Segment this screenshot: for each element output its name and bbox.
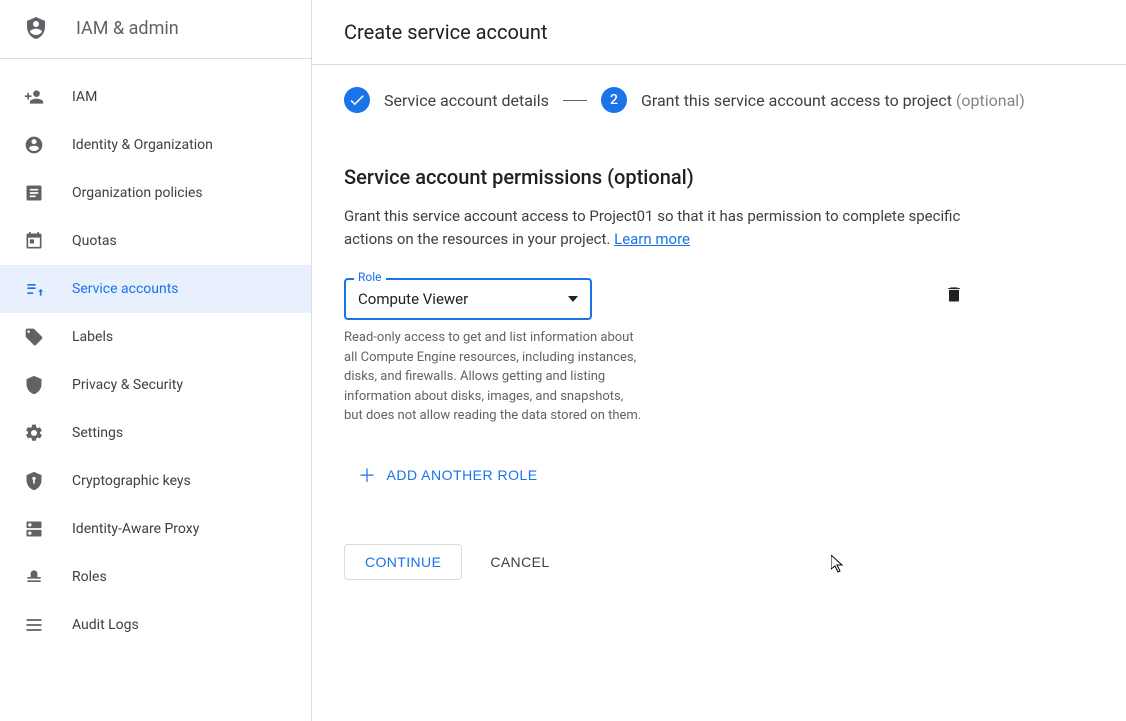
sidebar-item-identity-aware-proxy[interactable]: Identity-Aware Proxy: [0, 505, 311, 553]
article-icon: [24, 183, 44, 203]
action-row: CONTINUE CANCEL: [344, 544, 1094, 580]
sidebar-item-iam[interactable]: IAM: [0, 73, 311, 121]
service-account-icon: [24, 279, 44, 299]
sidebar-item-cryptographic-keys[interactable]: Cryptographic keys: [0, 457, 311, 505]
section-description: Grant this service account access to Pro…: [344, 205, 984, 250]
add-another-role-button[interactable]: ＋ ADD ANOTHER ROLE: [358, 462, 538, 488]
cancel-button[interactable]: CANCEL: [490, 554, 549, 570]
main-content: Create service account Service account d…: [312, 0, 1126, 721]
chevron-down-icon: [568, 296, 578, 302]
learn-more-link[interactable]: Learn more: [614, 230, 690, 248]
sidebar-item-label: IAM: [72, 89, 97, 105]
shield-person-icon: [24, 16, 48, 40]
sidebar-item-label: Audit Logs: [72, 617, 139, 633]
role-select[interactable]: Compute Viewer: [344, 278, 592, 320]
sidebar-item-label: Roles: [72, 569, 107, 585]
product-name: IAM & admin: [76, 18, 179, 39]
stepper: Service account details 2 Grant this ser…: [312, 65, 1126, 135]
step-2[interactable]: 2 Grant this service account access to p…: [601, 87, 1025, 113]
step-connector: [563, 100, 587, 101]
sidebar-nav: IAM Identity & Organization Organization…: [0, 59, 311, 649]
step-2-label: Grant this service account access to pro…: [641, 91, 1025, 110]
role-description: Read-only access to get and list informa…: [344, 328, 644, 426]
sidebar-item-label: Identity-Aware Proxy: [72, 521, 199, 537]
sidebar-item-organization-policies[interactable]: Organization policies: [0, 169, 311, 217]
desc-part-1: Grant this service account access to: [344, 207, 589, 225]
step-1[interactable]: Service account details: [344, 87, 549, 113]
sidebar-item-settings[interactable]: Settings: [0, 409, 311, 457]
role-row: Role Compute Viewer Read-only access to …: [344, 278, 1094, 426]
person-circle-icon: [24, 135, 44, 155]
add-person-icon: [24, 87, 44, 107]
sidebar-item-service-accounts[interactable]: Service accounts: [0, 265, 311, 313]
sidebar-item-identity-organization[interactable]: Identity & Organization: [0, 121, 311, 169]
role-field-label: Role: [354, 270, 386, 284]
step-2-optional: (optional): [956, 91, 1025, 110]
sidebar: IAM & admin IAM Identity & Organization …: [0, 0, 312, 721]
shield-icon: [24, 375, 44, 395]
sidebar-item-privacy-security[interactable]: Privacy & Security: [0, 361, 311, 409]
hat-icon: [24, 567, 44, 587]
continue-button[interactable]: CONTINUE: [344, 544, 462, 580]
sidebar-item-quotas[interactable]: Quotas: [0, 217, 311, 265]
sidebar-item-label: Service accounts: [72, 281, 179, 297]
sidebar-item-label: Organization policies: [72, 185, 203, 201]
sidebar-header: IAM & admin: [0, 0, 311, 59]
label-icon: [24, 327, 44, 347]
step-2-label-text: Grant this service account access to pro…: [641, 91, 952, 110]
add-role-label: ADD ANOTHER ROLE: [387, 467, 538, 483]
list-icon: [24, 615, 44, 635]
sidebar-item-labels[interactable]: Labels: [0, 313, 311, 361]
permissions-section: Service account permissions (optional) G…: [312, 135, 1126, 580]
sidebar-item-label: Labels: [72, 329, 113, 345]
project-name: Project01: [589, 207, 653, 225]
plus-icon: ＋: [358, 462, 377, 488]
step-2-number: 2: [601, 87, 627, 113]
gear-icon: [24, 423, 44, 443]
sidebar-item-label: Identity & Organization: [72, 137, 213, 153]
shield-key-icon: [24, 471, 44, 491]
sidebar-item-label: Quotas: [72, 233, 117, 249]
role-field: Role Compute Viewer: [344, 278, 592, 320]
check-circle-icon: [344, 87, 370, 113]
section-title: Service account permissions (optional): [344, 165, 1094, 189]
sidebar-item-roles[interactable]: Roles: [0, 553, 311, 601]
step-1-label: Service account details: [384, 91, 549, 110]
page-title: Create service account: [312, 0, 1126, 65]
sidebar-item-audit-logs[interactable]: Audit Logs: [0, 601, 311, 649]
sidebar-item-label: Settings: [72, 425, 123, 441]
sidebar-item-label: Cryptographic keys: [72, 473, 191, 489]
dns-icon: [24, 519, 44, 539]
delete-icon[interactable]: [944, 284, 964, 304]
sidebar-item-label: Privacy & Security: [72, 377, 183, 393]
today-icon: [24, 231, 44, 251]
role-selected-value: Compute Viewer: [358, 290, 468, 308]
